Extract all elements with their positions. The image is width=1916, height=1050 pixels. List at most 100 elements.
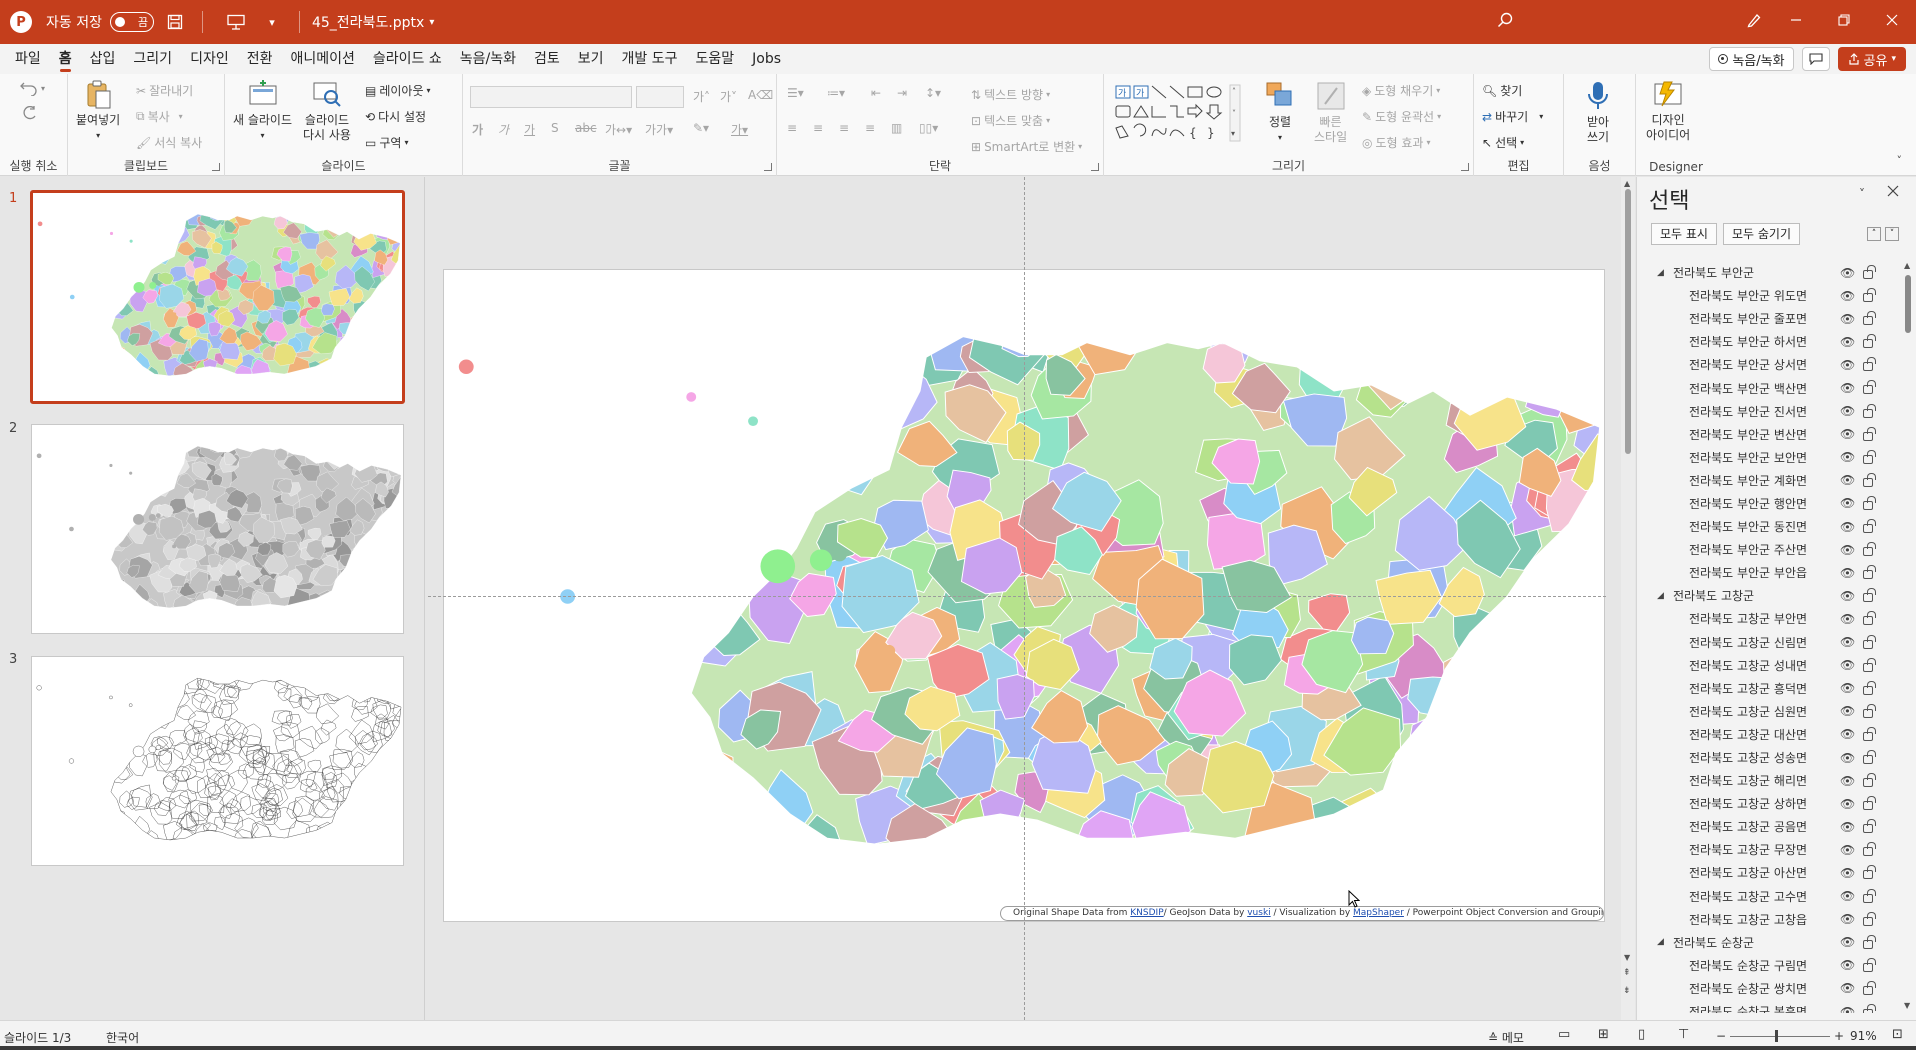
quick-styles-button[interactable]: 빠른 스타일 xyxy=(1314,80,1347,145)
selection-item[interactable]: 전라북도 고창군 성내면 👁︎ xyxy=(1637,654,1901,677)
underline-icon[interactable]: 가 xyxy=(524,121,535,138)
selection-item[interactable]: 전라북도 부안군 진서면 👁︎ xyxy=(1637,400,1901,423)
autosave-toggle[interactable]: 끔 xyxy=(109,12,154,32)
tab-9[interactable]: 검토 xyxy=(525,44,569,74)
select-button[interactable]: ↖ 선택 ▾ xyxy=(1482,134,1524,151)
close-icon[interactable] xyxy=(1868,0,1916,40)
unlock-icon[interactable] xyxy=(1863,703,1876,718)
tab-10[interactable]: 보기 xyxy=(569,44,613,74)
clear-formatting-icon[interactable]: A⌫ xyxy=(748,88,773,102)
unlock-icon[interactable] xyxy=(1863,773,1876,788)
unlock-icon[interactable] xyxy=(1863,842,1876,857)
visibility-eye-icon[interactable]: 👁︎ xyxy=(1840,704,1855,718)
credit-link-vuski[interactable]: vuski xyxy=(1247,908,1270,918)
visibility-eye-icon[interactable]: 👁︎ xyxy=(1840,543,1855,557)
selection-item[interactable]: 전라북도 고창군 고수면 👁︎ xyxy=(1637,885,1901,908)
visibility-eye-icon[interactable]: 👁︎ xyxy=(1840,450,1855,464)
align-center-icon[interactable]: ≡ xyxy=(813,121,823,135)
visibility-eye-icon[interactable]: 👁︎ xyxy=(1840,566,1855,580)
copy-button[interactable]: ⧉ 복사 ▾ xyxy=(136,108,183,125)
unlock-icon[interactable] xyxy=(1863,980,1876,995)
slide-sorter-icon[interactable]: ⊞ xyxy=(1598,1027,1609,1042)
visibility-eye-icon[interactable]: 👁︎ xyxy=(1840,958,1855,972)
selection-item[interactable]: 전라북도 고창군 심원면 👁︎ xyxy=(1637,700,1901,723)
decrease-indent-icon[interactable]: ⇤ xyxy=(871,86,881,100)
slide-thumbnail-2[interactable] xyxy=(31,424,404,634)
selection-item[interactable]: 전라북도 부안군 계화면 👁︎ xyxy=(1637,469,1901,492)
selection-item[interactable]: 전라북도 부안군 하서면 👁︎ xyxy=(1637,330,1901,353)
unlock-icon[interactable] xyxy=(1863,334,1876,349)
visibility-eye-icon[interactable]: 👁︎ xyxy=(1840,1005,1855,1013)
selection-item[interactable]: 전라북도 고창군 부안면 👁︎ xyxy=(1637,607,1901,630)
bring-forward-icon[interactable]: ˄ xyxy=(1867,227,1881,241)
fit-to-window-icon[interactable]: ⊡ xyxy=(1892,1027,1903,1042)
tab-5[interactable]: 전환 xyxy=(238,44,282,74)
unlock-icon[interactable] xyxy=(1863,426,1876,441)
shape-fill-button[interactable]: ◈ 도형 채우기 ▾ xyxy=(1362,82,1440,99)
unlock-icon[interactable] xyxy=(1863,796,1876,811)
selection-item[interactable]: 전라북도 고창군 해리면 👁︎ xyxy=(1637,769,1901,792)
line-spacing-icon[interactable]: ↕▾ xyxy=(925,86,941,100)
zoom-level[interactable]: 91% xyxy=(1850,1029,1877,1043)
smartart-button[interactable]: ⊞ SmartArt로 변환 ▾ xyxy=(971,138,1082,155)
credit-link-mapshaper[interactable]: MapShaper xyxy=(1353,908,1404,918)
selection-scrollbar-thumb[interactable] xyxy=(1905,275,1911,333)
unlock-icon[interactable] xyxy=(1863,680,1876,695)
language-indicator[interactable]: 한국어 xyxy=(106,1029,139,1046)
distributed-icon[interactable]: ▥ xyxy=(891,121,902,135)
scroll-down-icon[interactable]: ▼ xyxy=(1904,1001,1910,1010)
clipboard-launcher-icon[interactable] xyxy=(212,163,220,171)
unlock-icon[interactable] xyxy=(1863,265,1876,279)
unlock-icon[interactable] xyxy=(1863,726,1876,741)
visibility-eye-icon[interactable]: 👁︎ xyxy=(1840,935,1855,949)
numbering-icon[interactable]: ≔▾ xyxy=(827,86,845,100)
increase-indent-icon[interactable]: ⇥ xyxy=(897,86,907,100)
selection-item[interactable]: 전라북도 고창군 대산면 👁︎ xyxy=(1637,723,1901,746)
unlock-icon[interactable] xyxy=(1863,957,1876,972)
zoom-slider-handle[interactable] xyxy=(1775,1030,1778,1042)
shape-effects-button[interactable]: ◎ 도형 효과 ▾ xyxy=(1362,134,1430,151)
decrease-font-icon[interactable]: 가˅ xyxy=(720,88,737,105)
tab-1[interactable]: 홈 xyxy=(50,44,81,74)
unlock-icon[interactable] xyxy=(1863,634,1876,649)
new-slide-button[interactable]: 새 슬라이드 ▾ xyxy=(233,78,292,143)
visibility-eye-icon[interactable]: 👁︎ xyxy=(1840,843,1855,857)
visibility-eye-icon[interactable]: 👁︎ xyxy=(1840,358,1855,372)
selection-item[interactable]: 전라북도 고창군 고창읍 👁︎ xyxy=(1637,908,1901,931)
highlight-icon[interactable]: ✎▾ xyxy=(693,121,709,135)
send-backward-icon[interactable]: ˅ xyxy=(1885,227,1899,241)
unlock-icon[interactable] xyxy=(1863,288,1876,303)
horizontal-guide[interactable] xyxy=(428,596,1606,597)
font-name-box[interactable] xyxy=(470,86,632,108)
selection-item[interactable]: 전라북도 순창군 구림면 👁︎ xyxy=(1637,954,1901,977)
chevron-down-icon[interactable]: ▾ xyxy=(429,17,434,28)
reset-button[interactable]: ⟲ 다시 설정 xyxy=(365,108,426,125)
strikethrough-icon[interactable]: abc xyxy=(575,121,597,135)
share-button[interactable]: 공유 ▾ xyxy=(1837,47,1906,71)
unlock-icon[interactable] xyxy=(1863,611,1876,626)
collapse-caret-icon[interactable]: ◢ xyxy=(1657,591,1664,601)
visibility-eye-icon[interactable]: 👁︎ xyxy=(1840,751,1855,765)
credit-text[interactable]: Original Shape Data from KNSDIP/ GeoJson… xyxy=(1000,906,1604,921)
reading-view-icon[interactable]: ▯ xyxy=(1638,1027,1645,1042)
search-icon[interactable] xyxy=(1490,5,1520,35)
unlock-icon[interactable] xyxy=(1863,865,1876,880)
scroll-up-icon[interactable]: ▲ xyxy=(1904,261,1910,270)
selection-item[interactable]: 전라북도 고창군 아산면 👁︎ xyxy=(1637,861,1901,884)
pen-icon[interactable] xyxy=(1739,5,1769,35)
selection-item[interactable]: 전라북도 부안군 동진면 👁︎ xyxy=(1637,515,1901,538)
text-direction-button[interactable]: ⇅ 텍스트 방향 ▾ xyxy=(971,86,1050,103)
unlock-icon[interactable] xyxy=(1863,588,1876,603)
hide-all-button[interactable]: 모두 숨기기 xyxy=(1723,223,1801,245)
presentation-icon[interactable] xyxy=(221,7,251,37)
slide-thumbnail-3[interactable] xyxy=(31,656,404,866)
unlock-icon[interactable] xyxy=(1863,542,1876,557)
visibility-eye-icon[interactable]: 👁︎ xyxy=(1840,658,1855,672)
visibility-eye-icon[interactable]: 👁︎ xyxy=(1840,335,1855,349)
drawing-launcher-icon[interactable] xyxy=(1461,163,1469,171)
collapse-ribbon-icon[interactable]: ˅ xyxy=(1897,154,1903,167)
zoom-out-icon[interactable]: − xyxy=(1716,1029,1726,1043)
restore-icon[interactable] xyxy=(1820,0,1868,40)
notes-button[interactable]: ≙ 메모 xyxy=(1488,1029,1524,1046)
slideshow-icon[interactable]: ⊤ xyxy=(1678,1027,1689,1042)
